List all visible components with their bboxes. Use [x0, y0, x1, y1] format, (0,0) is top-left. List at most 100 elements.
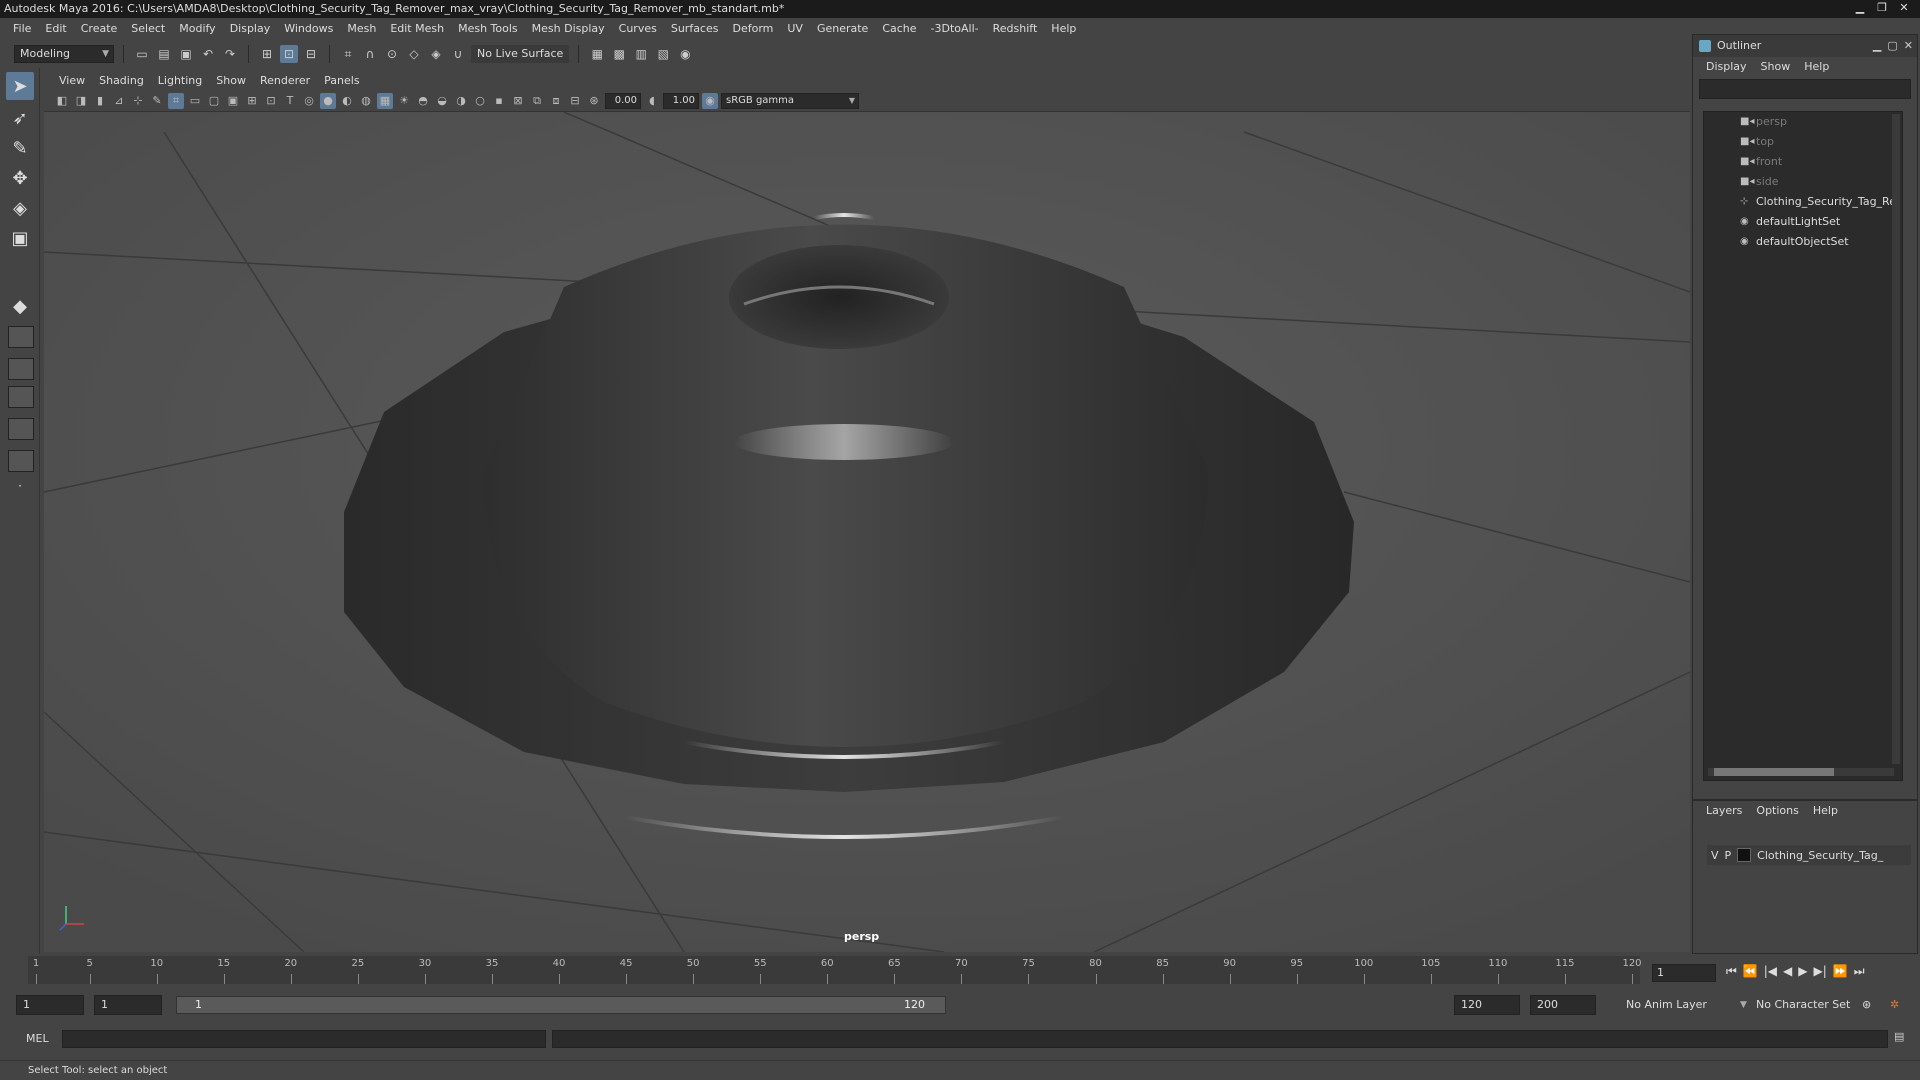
render-view-icon[interactable]: ▧ — [654, 45, 672, 63]
outliner-menu-display[interactable]: Display — [1699, 56, 1754, 78]
anim-layer-dropdown[interactable]: No Anim Layer — [1626, 995, 1707, 1015]
field-chart-icon[interactable]: ⊞ — [244, 93, 260, 109]
save-scene-icon[interactable]: ▣ — [177, 45, 195, 63]
hypershade-layout-icon[interactable] — [8, 450, 34, 472]
menu-modify[interactable]: Modify — [172, 18, 222, 40]
lasso-tool-icon[interactable]: ➶ — [6, 104, 34, 132]
shadows-icon[interactable]: ◓ — [415, 93, 431, 109]
select-tool-icon[interactable]: ➤ — [6, 72, 34, 100]
resolution-gate-icon[interactable]: ▢ — [206, 93, 222, 109]
outliner-item-persp[interactable]: ■◂ persp — [1704, 112, 1902, 132]
outliner-menu-help[interactable]: Help — [1797, 56, 1836, 78]
time-slider-ruler[interactable]: 1 5 10 15 20 25 30 35 40 45 50 55 60 65 70 75 80 85 90 95 10… — [28, 956, 1642, 984]
select-component-icon[interactable]: ⊟ — [302, 45, 320, 63]
menu-windows[interactable]: Windows — [277, 18, 340, 40]
step-back-key-icon[interactable]: ⏪ — [1743, 964, 1758, 979]
redo-icon[interactable]: ↷ — [221, 45, 239, 63]
layer-visibility-toggle[interactable]: V — [1711, 849, 1719, 862]
layers-menu-options[interactable]: Options — [1749, 800, 1805, 822]
menu-select[interactable]: Select — [124, 18, 172, 40]
new-scene-icon[interactable]: ▭ — [133, 45, 151, 63]
gamma-icon[interactable]: ◖ — [644, 93, 660, 109]
menu-mesh-tools[interactable]: Mesh Tools — [451, 18, 525, 40]
safe-action-icon[interactable]: ⊡ — [263, 93, 279, 109]
use-all-lights-icon[interactable]: ☀ — [396, 93, 412, 109]
image-plane-icon[interactable]: ⊿ — [111, 93, 127, 109]
gate-mask-icon[interactable]: ▣ — [225, 93, 241, 109]
layer-playback-toggle[interactable]: P — [1725, 849, 1732, 862]
live-surface-field[interactable]: No Live Surface — [471, 45, 570, 63]
maximize-icon[interactable]: ▢ — [1887, 35, 1897, 57]
script-editor-layout-icon[interactable] — [8, 418, 34, 440]
menu-generate[interactable]: Generate — [810, 18, 875, 40]
snap-view-plane-icon[interactable]: ◇ — [405, 45, 423, 63]
vp-menu-shading[interactable]: Shading — [92, 72, 151, 90]
bookmark-icon[interactable]: ▮ — [92, 93, 108, 109]
wireframe-icon[interactable]: ◎ — [301, 93, 317, 109]
vp-menu-lighting[interactable]: Lighting — [151, 72, 209, 90]
script-language-toggle[interactable]: MEL — [26, 1030, 49, 1048]
four-view-layout-icon[interactable] — [8, 326, 34, 348]
rotate-tool-icon[interactable]: ◈ — [6, 194, 34, 222]
snap-grid-icon[interactable]: ⌗ — [339, 45, 357, 63]
render-frame-icon[interactable]: ▩ — [610, 45, 628, 63]
outliner-menu-show[interactable]: Show — [1754, 56, 1798, 78]
outliner-search-input[interactable] — [1699, 79, 1911, 99]
vp-menu-renderer[interactable]: Renderer — [253, 72, 317, 90]
render-settings-icon[interactable]: ▦ — [588, 45, 606, 63]
step-back-frame-icon[interactable]: |◀ — [1764, 964, 1777, 979]
menu-mesh[interactable]: Mesh — [340, 18, 383, 40]
character-set-dropdown[interactable]: No Character Set — [1756, 995, 1850, 1015]
layers-menu-layers[interactable]: Layers — [1699, 800, 1749, 822]
step-forward-frame-icon[interactable]: ▶| — [1814, 964, 1827, 979]
vp-menu-view[interactable]: View — [52, 72, 92, 90]
menu-help[interactable]: Help — [1044, 18, 1083, 40]
menu-surfaces[interactable]: Surfaces — [664, 18, 726, 40]
xray-components-icon[interactable]: ⊟ — [567, 93, 583, 109]
menu-curves[interactable]: Curves — [612, 18, 664, 40]
maximize-button[interactable]: ❐ — [1872, 0, 1892, 16]
current-frame-field[interactable]: 1 — [1652, 964, 1716, 982]
command-input[interactable] — [62, 1030, 546, 1048]
exposure-field[interactable]: 0.00 — [605, 92, 641, 109]
menu-edit-mesh[interactable]: Edit Mesh — [383, 18, 451, 40]
grease-pencil-icon[interactable]: ✎ — [149, 93, 165, 109]
snap-curve-icon[interactable]: ∩ — [361, 45, 379, 63]
anti-aliasing-icon[interactable]: ○ — [472, 93, 488, 109]
menu-redshift[interactable]: Redshift — [986, 18, 1045, 40]
screen-space-ao-icon[interactable]: ◒ — [434, 93, 450, 109]
outliner-vertical-scrollbar[interactable] — [1892, 114, 1900, 764]
custom-layout-icon[interactable]: · — [6, 472, 34, 500]
menu-file[interactable]: File — [6, 18, 38, 40]
menu-3dtoall[interactable]: -3DtoAll- — [924, 18, 986, 40]
time-slider[interactable]: 1 5 10 15 20 25 30 35 40 45 50 55 60 65 70 75 80 85 90 95 10… — [0, 954, 1920, 990]
move-tool-icon[interactable]: ✥ — [6, 164, 34, 192]
vp-menu-panels[interactable]: Panels — [317, 72, 366, 90]
script-editor-icon[interactable]: ▤ — [1894, 1030, 1904, 1043]
menu-edit[interactable]: Edit — [38, 18, 73, 40]
menu-create[interactable]: Create — [74, 18, 125, 40]
playback-start-field[interactable]: 1 — [94, 995, 162, 1015]
smooth-shade-icon[interactable]: ● — [320, 92, 336, 109]
scene-3d-view[interactable] — [44, 112, 1690, 952]
depth-of-field-icon[interactable]: ▪ — [491, 93, 507, 109]
outliner-item-default-light-set[interactable]: ◉ defaultLightSet — [1704, 212, 1902, 232]
range-slider[interactable]: 1 120 — [176, 996, 946, 1014]
motion-blur-icon[interactable]: ◑ — [453, 93, 469, 109]
gamma-field[interactable]: 1.00 — [663, 92, 699, 109]
wireframe-on-shaded-icon[interactable]: ◍ — [358, 93, 374, 109]
menu-cache[interactable]: Cache — [875, 18, 923, 40]
textured-icon[interactable]: ▦ — [377, 92, 393, 109]
outliner-horizontal-scrollbar[interactable] — [1708, 768, 1894, 776]
animation-start-field[interactable]: 1 — [16, 995, 84, 1015]
xray-icon[interactable]: ⧉ — [529, 93, 545, 109]
animation-prefs-icon[interactable]: ✲ — [1890, 995, 1899, 1015]
scale-tool-icon[interactable]: ▣ — [6, 224, 34, 252]
persp-graph-layout-icon[interactable] — [8, 386, 34, 408]
select-object-icon[interactable]: ⊡ — [280, 45, 298, 63]
vp-menu-show[interactable]: Show — [209, 72, 253, 90]
outliner-item-side[interactable]: ■◂ side — [1704, 172, 1902, 192]
undo-icon[interactable]: ↶ — [199, 45, 217, 63]
snap-magnet-icon[interactable]: ∪ — [449, 45, 467, 63]
color-management-icon[interactable]: ◉ — [702, 92, 718, 109]
